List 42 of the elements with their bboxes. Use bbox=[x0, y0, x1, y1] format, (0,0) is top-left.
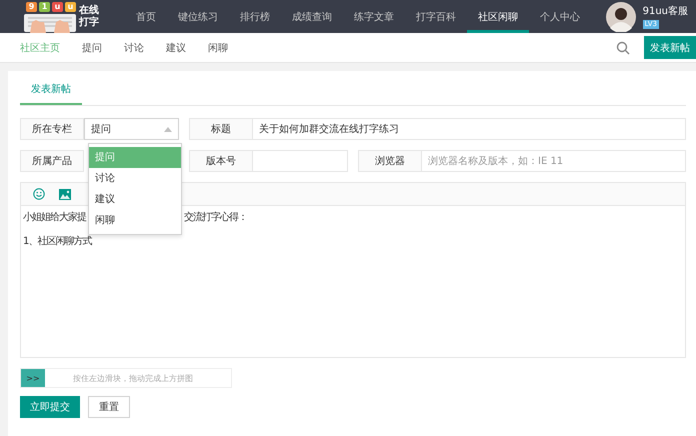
subnav-link[interactable]: 讨论 bbox=[124, 40, 144, 54]
form-tab[interactable]: 发表新帖 bbox=[20, 79, 82, 105]
logo-key: 9 bbox=[26, 2, 37, 12]
new-post-button[interactable]: 发表新帖 bbox=[644, 36, 696, 59]
nav-link[interactable]: 打字百科 bbox=[405, 0, 467, 33]
browser-input[interactable]: 浏览器名称及版本，如：IE 11 bbox=[422, 150, 686, 172]
logo-key: u bbox=[52, 2, 63, 12]
title-input[interactable]: 关于如何加群交流在线打字练习 bbox=[253, 118, 686, 140]
user-name[interactable]: 91uu客服 bbox=[642, 4, 688, 18]
field-label: 标题 bbox=[189, 118, 253, 140]
caret-icon bbox=[164, 126, 172, 132]
editor-text: 小姐姐给大家提 bbox=[23, 211, 86, 225]
dropdown-option[interactable]: 建议 bbox=[89, 189, 181, 210]
nav-link[interactable]: 首页 bbox=[125, 0, 167, 33]
nav-link[interactable]: 成绩查询 bbox=[281, 0, 343, 33]
nav-link[interactable]: 练字文章 bbox=[343, 0, 405, 33]
nav-link[interactable]: 排行榜 bbox=[229, 0, 281, 33]
column-select[interactable]: 提问 bbox=[84, 118, 179, 140]
slider-handle[interactable]: >> bbox=[21, 369, 45, 387]
image-icon[interactable] bbox=[59, 188, 71, 200]
field-label: 所属产品 bbox=[20, 150, 84, 172]
field-label: 浏览器 bbox=[358, 150, 422, 172]
version-input[interactable] bbox=[253, 150, 348, 172]
logo-text: 在线打字 bbox=[79, 4, 100, 28]
dropdown-option[interactable]: 讨论 bbox=[89, 168, 181, 189]
field-label: 所在专栏 bbox=[20, 118, 84, 140]
subnav-link[interactable]: 提问 bbox=[82, 40, 102, 54]
search-icon[interactable] bbox=[616, 40, 630, 54]
logo-key: 1 bbox=[39, 2, 50, 12]
subnav-link[interactable]: 建议 bbox=[166, 40, 186, 54]
nav-link[interactable]: 键位练习 bbox=[167, 0, 229, 33]
slider-hint: 按住左边滑块，拖动完成上方拼图 bbox=[73, 372, 193, 384]
field-label: 版本号 bbox=[189, 150, 253, 172]
editor-text: 交流打字心得： bbox=[184, 211, 247, 225]
reset-button[interactable]: 重置 bbox=[88, 396, 130, 418]
nav-link[interactable]: 个人中心 bbox=[529, 0, 591, 33]
smiley-icon[interactable] bbox=[33, 188, 45, 200]
dropdown-option[interactable]: 闲聊 bbox=[89, 210, 181, 231]
logo-key: u bbox=[65, 2, 76, 12]
submit-button[interactable]: 立即提交 bbox=[20, 396, 80, 418]
subnav-link[interactable]: 闲聊 bbox=[208, 40, 228, 54]
editor-text: 1、社区闲聊方式 bbox=[23, 235, 92, 249]
